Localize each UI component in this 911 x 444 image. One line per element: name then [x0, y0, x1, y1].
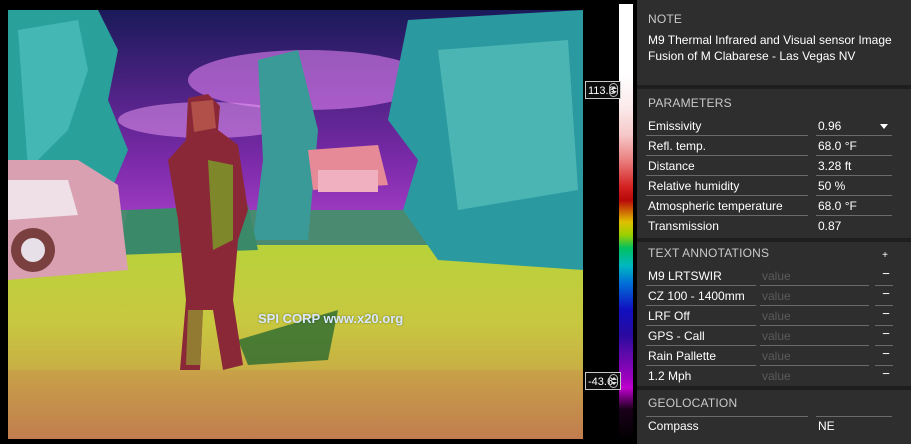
param-label: Atmospheric temperature — [648, 199, 783, 213]
palette-scale-bar — [619, 4, 633, 440]
scale-max-value: 113.6 — [588, 85, 615, 97]
section-divider — [637, 238, 911, 242]
refl-temp-field[interactable]: 68.0 °F — [818, 139, 857, 153]
scale-min-value: -43.6 — [588, 376, 614, 388]
thermal-scene — [8, 10, 583, 439]
dropdown-arrow-icon[interactable] — [880, 124, 888, 129]
section-divider — [637, 85, 911, 89]
param-row-transmission: Transmission 0.87 — [637, 216, 911, 236]
distance-field[interactable]: 3.28 ft — [818, 159, 851, 173]
annotation-label[interactable]: 1.2 Mph — [648, 369, 691, 383]
annotation-label[interactable]: Rain Pallette — [648, 349, 716, 363]
annotation-value-input[interactable] — [762, 269, 866, 283]
geolocation-title: GEOLOCATION — [648, 396, 738, 410]
watermark-text: SPI CORP www.x20.org — [258, 311, 404, 326]
annotation-row: LRF Off − — [637, 306, 911, 326]
add-annotation-button[interactable]: + — [878, 249, 892, 263]
remove-annotation-button[interactable]: − — [877, 306, 895, 324]
remove-annotation-button[interactable]: − — [877, 366, 895, 384]
param-label: Distance — [648, 159, 695, 173]
annotation-row: M9 LRTSWIR − — [637, 266, 911, 286]
param-label: Transmission — [648, 219, 719, 233]
note-title: NOTE — [648, 12, 683, 26]
annotation-row: GPS - Call − — [637, 326, 911, 346]
annotation-value-input[interactable] — [762, 349, 866, 363]
annotation-value-input[interactable] — [762, 289, 866, 303]
annotations-title: TEXT ANNOTATIONS — [648, 246, 770, 260]
remove-annotation-button[interactable]: − — [877, 326, 895, 344]
scale-min-stepper[interactable]: -43.6 — [585, 372, 621, 390]
annotation-label[interactable]: CZ 100 - 1400mm — [648, 289, 745, 303]
remove-annotation-button[interactable]: − — [877, 266, 895, 284]
param-label: Refl. temp. — [648, 139, 707, 153]
remove-annotation-button[interactable]: − — [877, 346, 895, 364]
parameters-title: PARAMETERS — [648, 96, 732, 110]
param-label: Emissivity — [648, 119, 702, 133]
underline — [816, 416, 892, 417]
param-label: Relative humidity — [648, 179, 740, 193]
compass-field[interactable]: NE — [818, 419, 835, 433]
humidity-field[interactable]: 50 % — [818, 179, 845, 193]
annotation-row: Rain Pallette − — [637, 346, 911, 366]
note-text[interactable]: M9 Thermal Infrared and Visual sensor Im… — [648, 32, 906, 64]
atmos-temp-field[interactable]: 68.0 °F — [818, 199, 857, 213]
annotation-value-input[interactable] — [762, 329, 866, 343]
annotation-row: 1.2 Mph − — [637, 366, 911, 386]
geo-label: Compass — [648, 419, 699, 433]
annotation-value-input[interactable] — [762, 309, 866, 323]
annotation-row: CZ 100 - 1400mm − — [637, 286, 911, 306]
geo-row-compass: Compass NE — [637, 416, 911, 436]
transmission-value: 0.87 — [818, 219, 842, 233]
param-row-emissivity: Emissivity 0.96 — [637, 116, 911, 136]
stepper-arrows-icon[interactable] — [609, 374, 618, 388]
annotation-label[interactable]: GPS - Call — [648, 329, 705, 343]
annotation-label[interactable]: LRF Off — [648, 309, 690, 323]
emissivity-select[interactable]: 0.96 — [818, 119, 841, 133]
thermal-image[interactable]: SPI CORP www.x20.org — [8, 10, 583, 439]
annotation-value-input[interactable] — [762, 369, 866, 383]
section-divider — [637, 386, 911, 390]
param-row-distance: Distance 3.28 ft — [637, 156, 911, 176]
param-row-atmos-temp: Atmospheric temperature 68.0 °F — [637, 196, 911, 216]
annotation-label[interactable]: M9 LRTSWIR — [648, 269, 722, 283]
param-row-refl-temp: Refl. temp. 68.0 °F — [637, 136, 911, 156]
properties-panel: NOTE M9 Thermal Infrared and Visual sens… — [637, 0, 911, 444]
remove-annotation-button[interactable]: − — [877, 286, 895, 304]
scale-max-stepper[interactable]: 113.6 — [585, 81, 621, 99]
underline — [646, 416, 808, 417]
param-row-humidity: Relative humidity 50 % — [637, 176, 911, 196]
stepper-arrows-icon[interactable] — [609, 83, 618, 97]
